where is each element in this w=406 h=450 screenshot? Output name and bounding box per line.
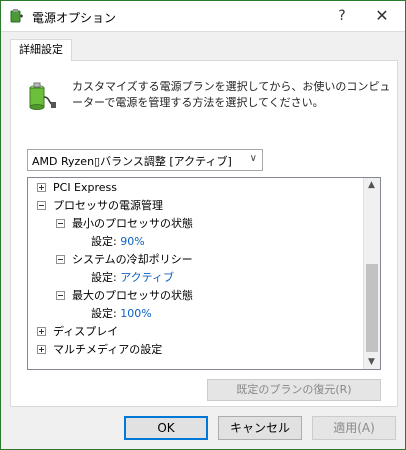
scroll-up-icon[interactable]: ▲ xyxy=(368,180,375,190)
ok-button[interactable]: OK xyxy=(124,416,208,440)
chevron-down-icon: ∨ xyxy=(249,153,257,164)
apply-button[interactable]: 適用(A) xyxy=(312,416,396,440)
vertical-scrollbar[interactable]: ▲ ▼ xyxy=(363,178,380,369)
collapse-icon[interactable] xyxy=(56,255,65,264)
setting-value[interactable]: アクティブ xyxy=(120,271,174,284)
collapse-icon[interactable] xyxy=(56,291,65,300)
collapse-icon[interactable] xyxy=(37,201,46,210)
battery-plug-icon xyxy=(25,81,57,113)
expand-icon[interactable] xyxy=(37,327,46,336)
cancel-button[interactable]: キャンセル xyxy=(218,416,302,440)
setting-value[interactable]: 90% xyxy=(120,235,144,248)
power-plan-select[interactable]: AMD Ryzen▯バランス調整 [アクティブ] ∨ xyxy=(27,149,263,171)
expand-icon[interactable] xyxy=(37,183,46,192)
power-options-dialog: 電源オプション ? ✕ 詳細設定 カスタマイズする電源プランを選択してから、お使… xyxy=(0,0,406,450)
scroll-down-icon[interactable]: ▼ xyxy=(368,357,375,367)
title-bar[interactable]: 電源オプション ? ✕ xyxy=(1,1,405,32)
advanced-settings-panel: カスタマイズする電源プランを選択してから、お使いのコンピューターで電源を管理する… xyxy=(10,60,398,407)
scrollbar-thumb[interactable] xyxy=(366,264,378,352)
settings-tree[interactable]: PCI Express プロセッサの電源管理 最小のプロセッサの状態 設定: 9… xyxy=(27,177,381,370)
power-plan-value: AMD Ryzen▯バランス調整 [アクティブ] xyxy=(32,155,232,168)
power-options-icon xyxy=(9,8,25,24)
window-title: 電源オプション xyxy=(32,11,117,25)
restore-defaults-button[interactable]: 既定のプランの復元(R) xyxy=(207,379,381,401)
expand-icon[interactable] xyxy=(37,345,46,354)
close-icon[interactable]: ✕ xyxy=(359,1,405,31)
setting-value[interactable]: 100% xyxy=(120,307,151,320)
tab-advanced-settings[interactable]: 詳細設定 xyxy=(10,39,72,61)
header-description: カスタマイズする電源プランを選択してから、お使いのコンピューターで電源を管理する… xyxy=(72,80,391,109)
collapse-icon[interactable] xyxy=(56,219,65,228)
